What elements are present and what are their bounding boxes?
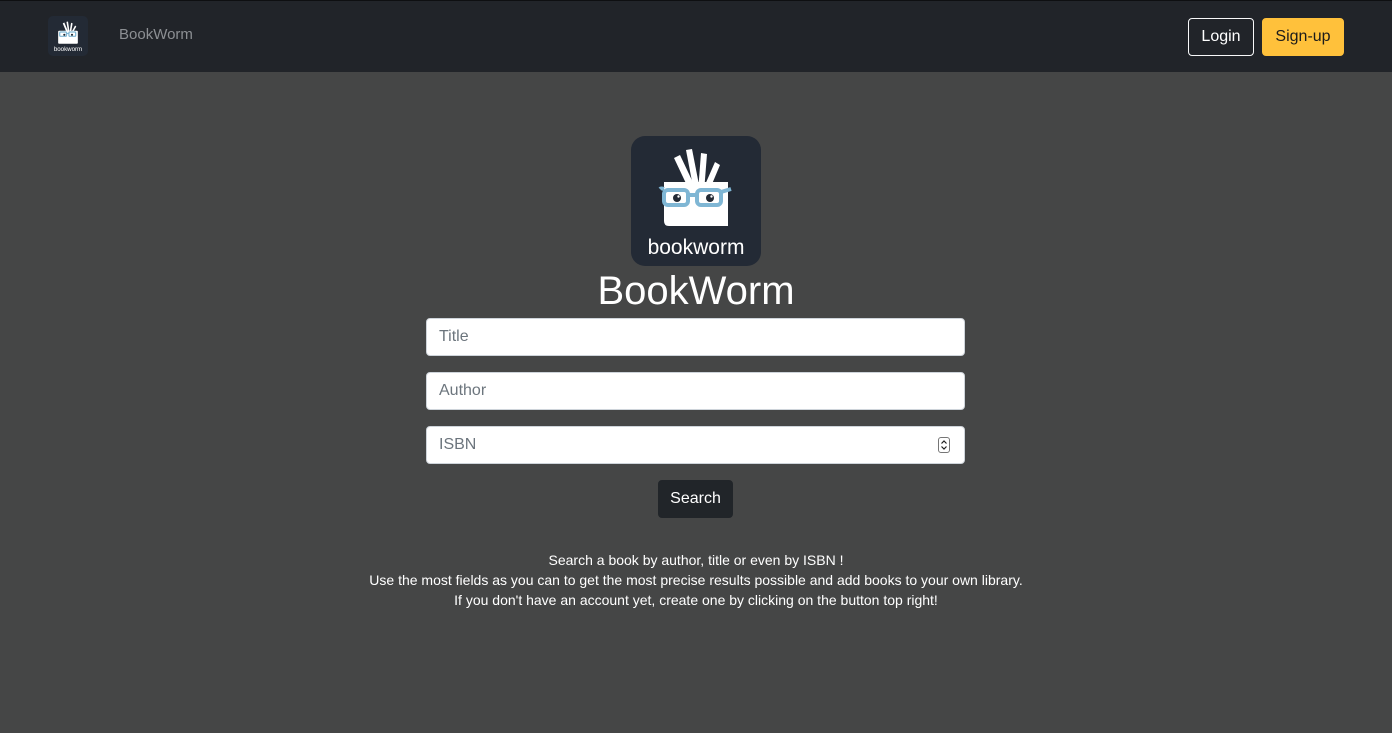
bookworm-logo-graphic: bookworm xyxy=(54,21,82,53)
title-input[interactable] xyxy=(426,318,965,356)
login-button[interactable]: Login xyxy=(1188,18,1254,56)
isbn-number-spinner[interactable] xyxy=(938,437,950,453)
isbn-input[interactable] xyxy=(426,426,965,464)
bookworm-logo-graphic: bookworm xyxy=(648,149,745,259)
bookworm-logo-icon[interactable]: bookworm xyxy=(48,16,88,56)
page-title: BookWorm xyxy=(597,269,795,313)
help-line-1: Search a book by author, title or even b… xyxy=(548,552,844,568)
author-input[interactable] xyxy=(426,372,965,410)
search-help-text: Search a book by author, title or even b… xyxy=(0,550,1392,610)
svg-text:bookworm: bookworm xyxy=(648,236,745,259)
navbar-brand-link[interactable]: BookWorm xyxy=(119,25,193,45)
signup-button[interactable]: Sign-up xyxy=(1262,18,1344,56)
top-navbar: bookworm BookWorm Login Sign-up xyxy=(0,0,1392,72)
svg-text:bookworm: bookworm xyxy=(54,46,82,53)
bookworm-logo-icon: bookworm xyxy=(631,136,761,266)
help-line-2: Use the most fields as you can to get th… xyxy=(369,572,1023,588)
search-button[interactable]: Search xyxy=(658,480,733,518)
spinner-arrows-icon xyxy=(941,440,947,450)
help-line-3: If you don't have an account yet, create… xyxy=(454,592,938,608)
